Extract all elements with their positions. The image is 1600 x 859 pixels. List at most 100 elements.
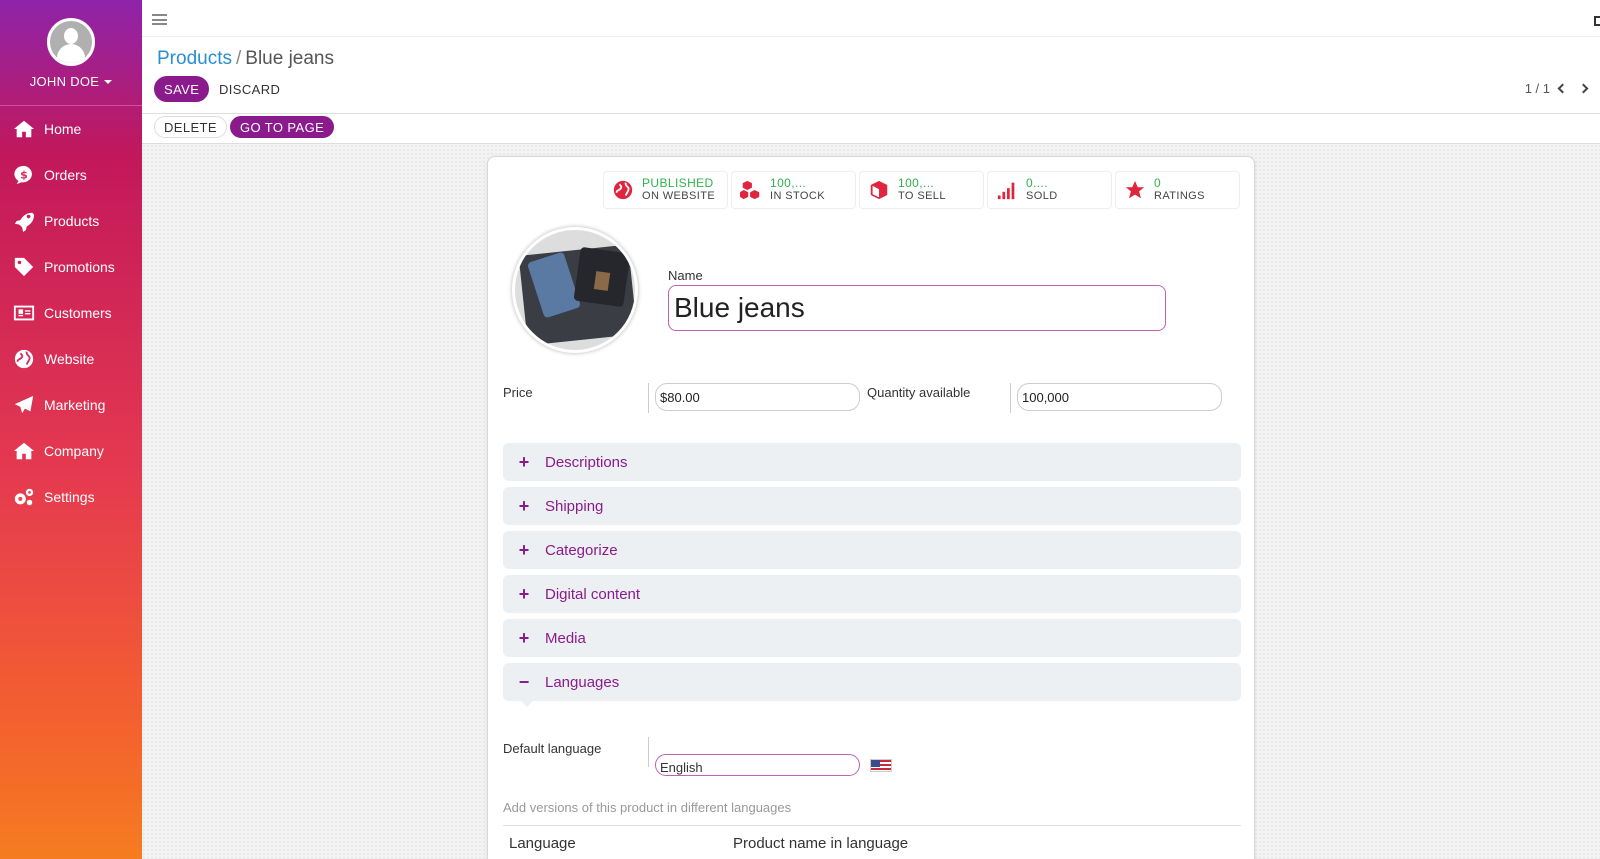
save-button[interactable]: SAVE [154,76,210,102]
separator [1010,383,1011,413]
sidebar-item-customers[interactable]: Customers [0,290,142,336]
svg-text:$: $ [20,169,28,182]
globe-icon [12,347,36,371]
section-digital-content[interactable]: + Digital content [503,575,1241,613]
expand-icon: + [518,583,530,604]
quantity-input[interactable]: 100,000 [1017,383,1222,411]
gears-icon [12,485,36,509]
section-descriptions[interactable]: + Descriptions [503,443,1241,481]
sidebar-item-label: Home [44,121,82,137]
sidebar-item-promotions[interactable]: Promotions [0,244,142,290]
page-title: Blue jeans [245,48,334,69]
price-label: Price [503,385,533,400]
avatar[interactable] [47,18,95,66]
rocket-icon [12,209,36,233]
star-icon [1122,177,1148,203]
stat-published[interactable]: PUBLISHED ON WEBSITE [603,171,728,209]
price-input[interactable]: $80.00 [655,383,860,411]
sidebar-item-orders[interactable]: $ Orders [0,152,142,198]
home-icon [12,439,36,463]
user-menu[interactable]: JOHN DOE [0,74,142,89]
sidebar-item-label: Marketing [44,397,106,413]
expand-icon: + [518,495,530,516]
discard-button[interactable]: DISCARD [209,76,291,102]
sidebar-item-label: Orders [44,167,87,183]
stat-value: PUBLISHED [642,176,714,190]
product-image[interactable] [512,227,638,353]
user-name: JOHN DOE [29,74,100,89]
languages-table-header: Language Product name in language [503,825,1241,859]
globe-icon [610,177,636,203]
logout-icon[interactable] [1594,16,1600,26]
sidebar-item-home[interactable]: Home [0,106,142,152]
stat-buttons: PUBLISHED ON WEBSITE 100,... IN STOCK 100,… [603,171,1240,209]
sidebar-item-marketing[interactable]: Marketing [0,382,142,428]
previous-record-button[interactable] [1550,77,1572,99]
sidebar: JOHN DOE Home $ Orders Products Promotio… [0,0,142,859]
divider [142,113,1600,114]
stat-ratings[interactable]: 0 RATINGS [1115,171,1240,209]
sidebar-nav: Home $ Orders Products Promotions Custom… [0,106,142,520]
languages-hint: Add versions of this product in differen… [503,800,792,815]
cubes-icon [738,177,764,203]
stat-sold[interactable]: 0.... SOLD [987,171,1112,209]
stat-value: 0 [1154,176,1162,190]
expand-icon: + [518,539,530,560]
stat-label: ON WEBSITE [642,190,716,202]
chevron-right-icon [1578,83,1589,93]
pager-counter: 1 / 1 [1524,81,1550,96]
stat-value: 100,... [770,176,807,190]
go-to-page-button[interactable]: GO TO PAGE [230,116,335,138]
separator [648,383,649,413]
dollar-bubble-icon: $ [12,163,36,187]
section-title: Digital content [545,585,641,603]
sidebar-item-label: Products [44,213,100,229]
default-language-label: Default language [503,741,602,756]
us-flag-icon [870,759,892,772]
section-media[interactable]: + Media [503,619,1241,657]
chevron-left-icon [1557,83,1568,93]
stat-label: SOLD [1026,190,1058,202]
stat-label: RATINGS [1154,190,1205,202]
stat-in-stock[interactable]: 100,... IN STOCK [731,171,856,209]
name-label: Name [668,268,703,283]
form-sheet: PUBLISHED ON WEBSITE 100,... IN STOCK 100,… [487,156,1255,859]
section-title: Media [545,629,586,647]
section-shipping[interactable]: + Shipping [503,487,1241,525]
column-header-product-name: Product name in language [733,834,909,852]
collapse-icon: − [518,671,530,692]
sidebar-item-label: Settings [44,489,95,505]
stat-label: IN STOCK [770,190,825,202]
section-title: Descriptions [545,453,628,471]
section-title: Languages [545,673,620,691]
stat-to-sell[interactable]: 100,... TO SELL [859,171,984,209]
paper-plane-icon [12,393,36,417]
section-pointer [521,701,533,707]
hamburger-menu-icon[interactable] [152,14,167,25]
sidebar-item-label: Company [44,443,104,459]
sidebar-item-company[interactable]: Company [0,428,142,474]
control-panel: Products / Blue jeans SAVE DISCARD 1 / 1 D… [142,37,1600,144]
section-categorize[interactable]: + Categorize [503,531,1241,569]
sidebar-item-label: Promotions [44,259,115,275]
sidebar-item-label: Website [44,351,95,367]
next-record-button[interactable] [1574,77,1596,99]
delete-button[interactable]: DELETE [154,116,227,138]
stat-value: 0.... [1026,176,1049,190]
default-language-select[interactable]: English [655,754,860,776]
address-card-icon [12,301,36,325]
expand-icon: + [518,451,530,472]
sidebar-item-products[interactable]: Products [0,198,142,244]
home-icon [12,117,36,141]
product-name-input[interactable]: Blue jeans [668,285,1166,331]
breadcrumb-products-link[interactable]: Products [157,48,232,69]
cube-icon [866,177,892,203]
sidebar-item-settings[interactable]: Settings [0,474,142,520]
sidebar-item-label: Customers [44,305,112,321]
signal-icon [994,177,1020,203]
section-languages[interactable]: − Languages [503,663,1241,701]
separator [648,737,649,767]
caret-down-icon [104,79,113,84]
top-bar [142,0,1600,37]
sidebar-item-website[interactable]: Website [0,336,142,382]
